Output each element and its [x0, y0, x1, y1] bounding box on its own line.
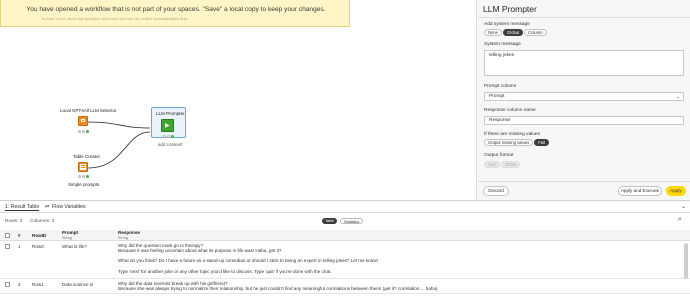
- node-llm-selector[interactable]: [78, 116, 90, 128]
- node-table-creator[interactable]: [78, 162, 90, 174]
- header-index: #: [18, 233, 21, 238]
- prompt-column-value: Prompt: [489, 94, 505, 99]
- panel-divider: [478, 17, 690, 18]
- table-scrollbar[interactable]: [684, 243, 688, 279]
- discard-button[interactable]: Discard: [483, 186, 509, 196]
- response-column-input[interactable]: Response: [484, 116, 684, 125]
- row-count: Rows: 3: [5, 219, 23, 224]
- row-checkbox[interactable]: [5, 244, 10, 249]
- mode-column-option[interactable]: Column: [524, 29, 547, 36]
- panel-footer-divider: [478, 181, 690, 182]
- system-message-label: System message: [484, 42, 521, 47]
- row-prompt: Data science is: [62, 282, 94, 287]
- row-id: Row0: [32, 244, 44, 249]
- apply-button[interactable]: Apply: [666, 186, 686, 196]
- app-window: You have opened a workflow that is not p…: [0, 0, 690, 303]
- row-index: 1: [18, 244, 21, 249]
- system-message-mode-label: Add system message: [484, 22, 530, 27]
- format-json-option[interactable]: JSON: [500, 161, 520, 168]
- workflow-canvas[interactable]: You have opened a workflow that is not p…: [0, 0, 477, 200]
- output-missing-option[interactable]: Output missing values: [484, 139, 534, 146]
- apply-and-execute-button[interactable]: Apply and Execute: [618, 186, 662, 196]
- response-line: What do you think? Do I have a future as…: [118, 258, 378, 263]
- header-prompt-type: String: [62, 236, 72, 240]
- node-config-panel: LLM Prompter Add system message None Glo…: [478, 0, 690, 200]
- format-text-option[interactable]: Text: [484, 161, 500, 168]
- output-tabs: 1: Result Table ⇄ Flow Variables ⌄: [0, 201, 690, 213]
- flow-variables-icon: ⇄: [45, 204, 50, 210]
- status-table-creator: [78, 175, 89, 178]
- output-format-label: Output format: [484, 153, 514, 158]
- fail-option[interactable]: Fail: [534, 139, 549, 146]
- node-label-table-creator: Table Creator: [73, 154, 101, 159]
- node-caption-table-creator: Simple prompts: [68, 182, 100, 187]
- panel-title: LLM Prompter: [483, 4, 537, 14]
- response-line: Because it was feeling uncertain about w…: [118, 248, 282, 253]
- node-label-prompter: LLM Prompter: [156, 111, 185, 116]
- system-message-textarea[interactable]: telling jokes: [484, 50, 684, 76]
- header-response-type: String: [118, 236, 128, 240]
- table-row[interactable]: 2 Row1 Data science is Why did the data …: [0, 280, 690, 294]
- output-format-selector: Text JSON: [484, 161, 520, 168]
- missing-values-selector: Output missing values Fail: [484, 139, 549, 146]
- status-prompter: [163, 135, 174, 138]
- mode-none-option[interactable]: None: [484, 29, 503, 36]
- response-column-label: Response column name: [484, 108, 536, 113]
- table-row[interactable]: 1 Row0 What is life? Why did the questio…: [0, 242, 690, 279]
- system-message-mode-selector: None Global Column: [484, 29, 547, 36]
- table-header: # RowID Prompt String Response String: [0, 230, 690, 241]
- row-index: 2: [18, 282, 21, 287]
- node-caption-prompter: add context!: [158, 142, 183, 147]
- row-checkbox[interactable]: [5, 282, 10, 287]
- header-rowid[interactable]: RowID: [32, 233, 46, 238]
- search-icon[interactable]: ⌕: [678, 216, 682, 224]
- view-statistics-toggle[interactable]: Statistics: [340, 218, 364, 224]
- node-llm-prompter[interactable]: ▶: [161, 119, 175, 133]
- tab-flow-variables[interactable]: Flow Variables: [52, 204, 86, 210]
- status-selector: [78, 130, 89, 133]
- collapse-icon[interactable]: ⌄: [681, 203, 686, 210]
- node-label-selector: Local GPT4All LLM Selector: [60, 108, 117, 113]
- header-prompt[interactable]: Prompt: [62, 230, 78, 235]
- row-prompt: What is life?: [62, 244, 88, 249]
- missing-values-label: If there are missing values: [484, 132, 540, 137]
- chevron-down-icon: ⌄: [675, 94, 680, 100]
- prompt-column-label: Prompt column: [484, 84, 517, 89]
- output-panel: 1: Result Table ⇄ Flow Variables ⌄ Rows:…: [0, 200, 690, 303]
- mode-global-option[interactable]: Global: [503, 29, 524, 36]
- view-table-toggle[interactable]: Table: [322, 218, 338, 224]
- header-response[interactable]: Response: [118, 230, 140, 235]
- response-line: Because she was always trying to normali…: [118, 286, 438, 291]
- tab-result-table[interactable]: 1: Result Table: [5, 204, 40, 211]
- node-connections: [87, 121, 151, 169]
- column-count: Columns: 3: [30, 219, 55, 224]
- prompt-column-select[interactable]: Prompt ⌄: [484, 92, 684, 101]
- select-all-checkbox[interactable]: [5, 233, 10, 238]
- response-line: Type 'next' for another joke or any othe…: [118, 269, 332, 274]
- row-id: Row1: [32, 282, 44, 287]
